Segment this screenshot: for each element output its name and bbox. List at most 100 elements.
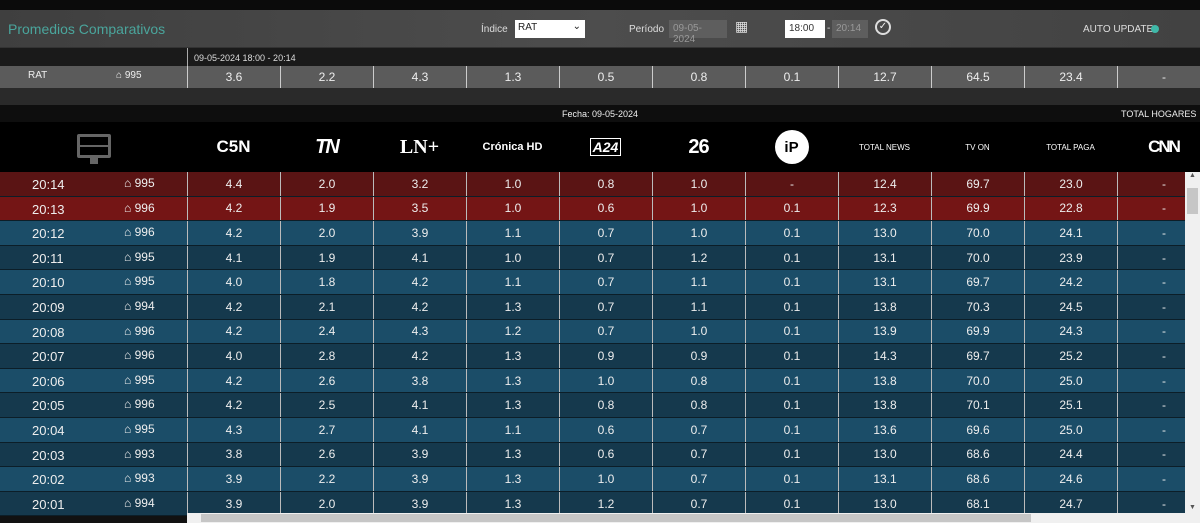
row-value: 4.2 xyxy=(187,368,280,393)
time-to-input[interactable]: 20:14 xyxy=(832,20,868,38)
row-value: 0.8 xyxy=(652,393,745,417)
row-value: 12.4 xyxy=(838,172,931,196)
row-value: 3.9 xyxy=(373,467,466,491)
table-row[interactable]: 20:09 ⌂ 994 4.2 2.1 4.2 1.3 0.7 1.1 0.1 13.8 70.3 2… xyxy=(0,294,1185,320)
row-value: 1.9 xyxy=(280,245,373,270)
horizontal-scrollbar[interactable] xyxy=(187,513,1185,523)
row-value: 2.6 xyxy=(280,442,373,467)
indice-label: Índice xyxy=(481,24,508,35)
row-time: 20:04 xyxy=(32,422,65,438)
channel-logo: C5N xyxy=(216,137,251,156)
table-row[interactable]: 20:13 ⌂ 996 4.2 1.9 3.5 1.0 0.6 1.0 0.1 12.3 69.9 2… xyxy=(0,196,1185,222)
home-icon: ⌂ xyxy=(124,323,132,338)
range-label: 09-05-2024 18:00 - 20:14 xyxy=(194,53,296,63)
table-row[interactable]: 20:05 ⌂ 996 4.2 2.5 4.1 1.3 0.8 0.8 0.1 13.8 70.1 2… xyxy=(0,393,1185,418)
home-icon: ⌂ xyxy=(124,200,132,215)
row-value: 70.3 xyxy=(931,294,1024,319)
row-value: 1.9 xyxy=(280,196,373,221)
row-value: 0.1 xyxy=(745,270,838,294)
row-value: 68.6 xyxy=(931,442,1024,467)
row-value: 3.8 xyxy=(373,368,466,393)
calendar-icon[interactable]: ▦ xyxy=(735,18,748,35)
row-value: 0.1 xyxy=(745,417,838,442)
homes-count: 995 xyxy=(134,421,155,436)
row-value: 0.8 xyxy=(652,368,745,393)
divider xyxy=(187,48,188,66)
row-value: 13.1 xyxy=(838,467,931,491)
home-icon: ⌂ xyxy=(124,274,132,289)
row-value: 4.2 xyxy=(187,319,280,344)
column-label: TOTAL PAGA xyxy=(1046,142,1095,152)
scroll-down-icon[interactable]: ▼ xyxy=(1189,504,1196,511)
row-value: 4.1 xyxy=(373,245,466,270)
table-row[interactable]: 20:12 ⌂ 996 4.2 2.0 3.9 1.1 0.7 1.0 0.1 13.0 70.0 2… xyxy=(0,221,1185,246)
periodo-date-input[interactable]: 09-05-2024 xyxy=(669,20,727,45)
row-time: 20:01 xyxy=(32,496,65,512)
row-value: 1.3 xyxy=(466,442,559,467)
table-row[interactable]: 20:10 ⌂ 995 4.0 1.8 4.2 1.1 0.7 1.1 0.1 13.1 69.7 2… xyxy=(0,270,1185,295)
row-value: 4.2 xyxy=(373,344,466,368)
row-time: 20:05 xyxy=(32,398,65,414)
table-row[interactable]: 20:02 ⌂ 993 3.9 2.2 3.9 1.3 1.0 0.7 0.1 13.1 68.6 2… xyxy=(0,467,1185,492)
row-value: 4.2 xyxy=(187,393,280,417)
row-value: 0.7 xyxy=(652,467,745,491)
row-value: 2.1 xyxy=(280,294,373,319)
table-row[interactable]: 20:04 ⌂ 995 4.3 2.7 4.1 1.1 0.6 0.7 0.1 13.6 69.6 2… xyxy=(0,417,1185,443)
row-value: 70.0 xyxy=(931,368,1024,393)
row-value: 1.3 xyxy=(466,491,559,516)
table-row[interactable]: 20:08 ⌂ 996 4.2 2.4 4.3 1.2 0.7 1.0 0.1 13.9 69.9 2… xyxy=(0,319,1185,345)
tv-monitor-icon xyxy=(77,134,111,164)
row-value: 2.0 xyxy=(280,221,373,245)
row-value: 25.1 xyxy=(1024,393,1117,417)
date-bar: Fecha: 09-05-2024 TOTAL HOGARES xyxy=(0,105,1200,122)
column-header: Crónica HD xyxy=(466,122,559,172)
row-value: 0.7 xyxy=(652,491,745,516)
row-value: 0.9 xyxy=(559,344,652,368)
column-header: LN+ xyxy=(373,122,466,172)
row-time: 20:11 xyxy=(32,250,64,266)
time-from-input[interactable]: 18:00 xyxy=(785,20,825,38)
row-value: 13.1 xyxy=(838,245,931,270)
row-value: 13.0 xyxy=(838,221,931,245)
row-homes: ⌂ 996 xyxy=(124,324,155,338)
vertical-scrollbar[interactable]: ▲ ▼ xyxy=(1185,172,1200,523)
row-value: 1.2 xyxy=(652,245,745,270)
total-hogares-label: TOTAL HOGARES xyxy=(1121,109,1197,119)
row-value: 24.5 xyxy=(1024,294,1117,319)
row-value: 13.0 xyxy=(838,442,931,467)
table-row[interactable]: 20:11 ⌂ 995 4.1 1.9 4.1 1.0 0.7 1.2 0.1 13.1 70.0 2… xyxy=(0,245,1185,271)
column-header: A24 xyxy=(559,122,652,172)
row-value: 1.3 xyxy=(466,294,559,319)
home-icon: ⌂ xyxy=(124,225,132,240)
row-value: 1.0 xyxy=(652,196,745,221)
table-row[interactable]: 20:07 ⌂ 996 4.0 2.8 4.2 1.3 0.9 0.9 0.1 14.3 69.7 2… xyxy=(0,344,1185,369)
auto-update-label[interactable]: AUTO UPDATE xyxy=(1083,24,1153,35)
row-value: 69.7 xyxy=(931,172,1024,196)
row-value: 3.9 xyxy=(187,491,280,516)
row-value: 1.0 xyxy=(652,172,745,196)
indice-select[interactable]: RAT ⌄ xyxy=(515,20,585,38)
summary-value: 3.6 xyxy=(187,66,280,88)
home-icon: ⌂ xyxy=(124,421,132,436)
periodo-label: Período xyxy=(629,24,665,35)
row-value: 0.7 xyxy=(559,221,652,245)
row-value: 2.6 xyxy=(280,368,373,393)
row-value: 4.3 xyxy=(187,417,280,442)
row-value: 1.0 xyxy=(466,245,559,270)
column-header: CNN xyxy=(1117,122,1200,172)
row-value: 69.6 xyxy=(931,417,1024,442)
row-value: 0.1 xyxy=(745,294,838,319)
scrollbar-thumb[interactable] xyxy=(1187,188,1198,214)
confirm-check-icon[interactable]: ✓ xyxy=(875,19,891,35)
table-row[interactable]: 20:03 ⌂ 993 3.8 2.6 3.9 1.3 0.6 0.7 0.1 13.0 68.6 2… xyxy=(0,442,1185,468)
scrollbar-thumb[interactable] xyxy=(201,514,1031,522)
scroll-up-icon[interactable]: ▲ xyxy=(1185,172,1200,179)
channel-logo: CNN xyxy=(1148,137,1181,156)
homes-count: 994 xyxy=(134,495,155,510)
row-value: 3.5 xyxy=(373,196,466,221)
row-value: 22.8 xyxy=(1024,196,1117,221)
table-row[interactable]: 20:06 ⌂ 995 4.2 2.6 3.8 1.3 1.0 0.8 0.1 13.8 70.0 2… xyxy=(0,368,1185,394)
row-value: 0.1 xyxy=(745,393,838,417)
table-row[interactable]: 20:14 ⌂ 995 4.4 2.0 3.2 1.0 0.8 1.0-12.4 69.7 23.… xyxy=(0,172,1185,197)
row-value: 4.3 xyxy=(373,319,466,344)
